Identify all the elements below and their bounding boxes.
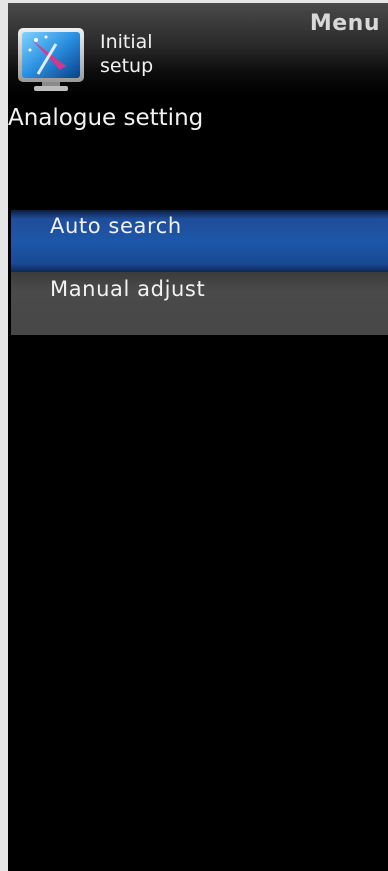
tv-screen-icon	[18, 28, 84, 91]
section-title: Analogue setting	[8, 105, 204, 131]
category-title: Initial setup	[100, 30, 220, 78]
category-title-line-2: setup	[100, 55, 154, 77]
tv-menu-screen: Menu Initial setup Analogue setting Auto…	[0, 0, 388, 871]
menu-item-auto-search[interactable]: Auto search	[11, 210, 388, 273]
menu-item-manual-adjust[interactable]: Manual adjust	[11, 272, 388, 335]
menu-title: Menu	[309, 11, 380, 36]
category-title-line-1: Initial	[100, 31, 153, 53]
menu-panel: Menu Initial setup Analogue setting Auto…	[8, 3, 388, 871]
menu-header: Menu Initial setup	[8, 3, 388, 96]
menu-item-label: Auto search	[50, 214, 182, 238]
menu-item-label: Manual adjust	[50, 277, 206, 301]
